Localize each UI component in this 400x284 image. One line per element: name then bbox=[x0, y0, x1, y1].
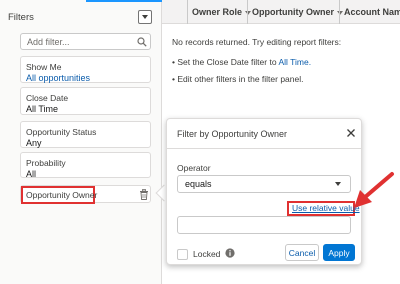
arrow-annotation bbox=[354, 172, 394, 208]
filter-value: Any bbox=[26, 138, 42, 148]
close-icon bbox=[347, 129, 355, 137]
column-header-label: Owner Role bbox=[192, 7, 243, 17]
column-header-opportunity-owner[interactable]: Opportunity Owner bbox=[247, 0, 343, 24]
close-date-hint: • Set the Close Date filter to All Time. bbox=[172, 57, 311, 67]
column-header-label: Opportunity Owner bbox=[252, 7, 334, 17]
apply-button[interactable]: Apply bbox=[323, 244, 355, 261]
chevron-down-icon bbox=[335, 182, 341, 186]
column-header-blank bbox=[162, 0, 187, 24]
no-records-message: No records returned. Try editing report … bbox=[172, 37, 342, 47]
trash-icon[interactable] bbox=[139, 189, 149, 200]
filter-panel: Filters Show Me All opportunities Close … bbox=[0, 0, 162, 284]
filter-label: Opportunity Status bbox=[26, 127, 97, 137]
all-time-link[interactable]: All Time. bbox=[278, 57, 311, 67]
filter-probability[interactable]: Probability All bbox=[20, 152, 151, 179]
cancel-button[interactable]: Cancel bbox=[285, 244, 319, 261]
filter-value-input[interactable] bbox=[177, 216, 351, 234]
hint-text: • Set the Close Date filter to bbox=[172, 57, 277, 67]
filter-value: All bbox=[26, 169, 37, 179]
filters-title: Filters bbox=[8, 12, 34, 23]
chevron-down-icon bbox=[142, 15, 148, 19]
close-button[interactable] bbox=[345, 127, 357, 139]
filter-opportunity-owner[interactable]: Opportunity Owner bbox=[20, 185, 151, 204]
filter-value: All opportunities bbox=[26, 73, 91, 83]
filter-label-highlighted: Opportunity Owner bbox=[21, 186, 97, 204]
add-filter-input[interactable] bbox=[20, 33, 151, 50]
tab-accent-bar bbox=[86, 0, 162, 2]
operator-label: Operator bbox=[177, 163, 211, 173]
column-header-account-name[interactable]: Account Name bbox=[339, 0, 400, 24]
filter-show-me[interactable]: Show Me All opportunities bbox=[20, 56, 151, 83]
info-icon[interactable] bbox=[225, 248, 235, 258]
use-relative-value-link[interactable]: Use relative value bbox=[292, 203, 360, 213]
dialog-title: Filter by Opportunity Owner bbox=[177, 129, 288, 139]
operator-select[interactable]: equals bbox=[177, 175, 351, 193]
column-header-owner-role[interactable]: Owner Role bbox=[187, 0, 252, 24]
filter-label: Show Me bbox=[26, 62, 62, 72]
filter-label: Close Date bbox=[26, 93, 69, 103]
operator-value: equals bbox=[185, 179, 212, 189]
filters-menu-button[interactable] bbox=[138, 10, 152, 24]
filter-dialog: Filter by Opportunity Owner Operator equ… bbox=[166, 118, 362, 265]
filter-label: Probability bbox=[26, 158, 66, 168]
filter-value: All Time bbox=[26, 104, 59, 114]
column-header-label: Account Name bbox=[344, 7, 400, 17]
edit-filters-hint: • Edit other filters in the filter panel… bbox=[172, 74, 304, 84]
search-icon bbox=[137, 37, 147, 47]
filter-opportunity-status[interactable]: Opportunity Status Any bbox=[20, 121, 151, 148]
dialog-divider bbox=[167, 148, 361, 149]
filter-close-date[interactable]: Close Date All Time bbox=[20, 87, 151, 115]
report-table-header: Owner Role Opportunity Owner Account Nam… bbox=[162, 0, 400, 24]
locked-checkbox[interactable] bbox=[177, 249, 188, 260]
locked-label: Locked bbox=[193, 249, 221, 259]
